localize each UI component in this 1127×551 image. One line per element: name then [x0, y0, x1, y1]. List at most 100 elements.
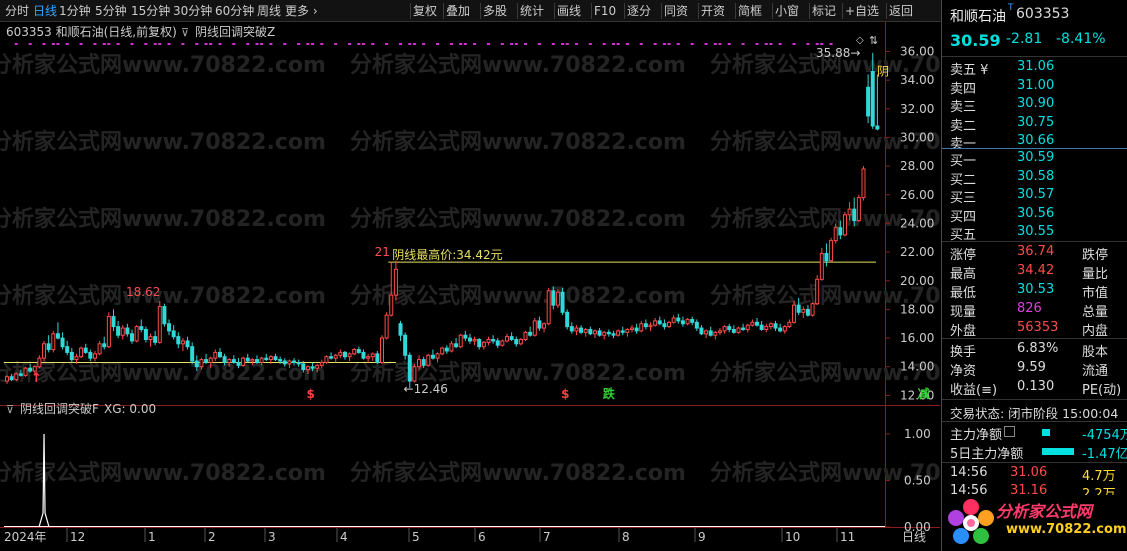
tool-button-6[interactable]: 逐分: [627, 0, 651, 22]
tool-button-8[interactable]: 开资: [701, 0, 725, 22]
signal-dot: [459, 43, 463, 45]
candle-body: [398, 323, 403, 336]
candle-body: [417, 359, 422, 368]
diamond-icon[interactable]: ◇: [856, 35, 864, 46]
stat-label-2: PE(动): [1082, 383, 1122, 398]
bid-label: 买四: [950, 209, 977, 225]
bid-row[interactable]: 买二 30.58: [942, 169, 1127, 188]
candle-body: [458, 334, 463, 348]
candle-body: [259, 357, 264, 363]
stat-row: 外盘 56353 内盘: [942, 320, 1127, 339]
tool-button-13[interactable]: 返回: [889, 0, 913, 22]
tick-volume: 4.7万: [1082, 469, 1116, 484]
bid-row[interactable]: 买一 30.59: [942, 150, 1127, 169]
period-tab-0[interactable]: 分时: [5, 0, 29, 22]
tool-button-3[interactable]: 统计: [520, 0, 544, 22]
period-tab-2[interactable]: 1分钟: [59, 0, 91, 22]
stat-label-2: 市值: [1082, 286, 1109, 301]
period-tab-1[interactable]: 日线: [33, 0, 57, 22]
tool-button-4[interactable]: 画线: [557, 0, 581, 22]
buy-arrow-icon: ↑: [31, 371, 42, 386]
tool-button-0[interactable]: 复权: [413, 0, 437, 22]
candle-body: [648, 324, 653, 328]
candle-body: [18, 373, 23, 376]
ask-row[interactable]: 卖三 30.90: [942, 96, 1127, 115]
tool-button-9[interactable]: 简框: [738, 0, 762, 22]
candle-body: [305, 366, 310, 371]
signal-dot: [14, 43, 18, 45]
tool-button-10[interactable]: 小窗: [775, 0, 799, 22]
signal-dot: [408, 43, 412, 45]
x-tick-label: 1: [148, 530, 156, 544]
candle-body: [509, 336, 514, 341]
flow-info-icon[interactable]: [1004, 426, 1015, 437]
candle-body: [852, 208, 857, 222]
kline-chart[interactable]: 分析家公式网www.70822.com 分析家公式网www.70822.com 分析…: [0, 22, 940, 550]
tool-button-11[interactable]: 标记: [812, 0, 836, 22]
candle-body: [620, 330, 625, 333]
candle-body: [5, 376, 9, 382]
x-tick-label: 2: [208, 530, 216, 544]
candle-body: [245, 357, 250, 362]
period-tab-4[interactable]: 15分钟: [131, 0, 170, 22]
period-tab-5[interactable]: 30分钟: [173, 0, 212, 22]
stat-row: 最低 30.53 市值: [942, 282, 1127, 301]
yin-label: 阴: [877, 65, 889, 79]
tool-button-12[interactable]: +自选: [845, 0, 879, 22]
tool-button-1[interactable]: 叠加: [446, 0, 470, 22]
signal-dot: [102, 43, 106, 45]
candle-body: [268, 356, 273, 361]
indicator-name[interactable]: 阴线回调突破Z: [195, 24, 275, 39]
event-mark[interactable]: $: [307, 387, 315, 401]
stat-row: 换手 6.83% 股本: [942, 341, 1127, 360]
stat-row: 现量 826 总量: [942, 301, 1127, 320]
x-tick-label: 12: [70, 530, 85, 544]
chart-title: 603353 和顺石油(日线,前复权): [6, 24, 177, 39]
stat-value: 56353: [1017, 320, 1059, 335]
event-mark[interactable]: 减: [918, 386, 930, 401]
candle-body: [782, 326, 787, 332]
period-tab-7[interactable]: 周线: [257, 0, 281, 22]
period-tab-3[interactable]: 5分钟: [95, 0, 127, 22]
bid-label: 买三: [950, 191, 977, 206]
main-flow-value: -4754万: [1082, 428, 1127, 443]
tool-button-2[interactable]: 多股: [483, 0, 507, 22]
tool-button-5[interactable]: F10: [594, 0, 616, 22]
candle-body: [315, 364, 320, 369]
ask-row[interactable]: 卖二 30.75: [942, 115, 1127, 134]
candle-body: [486, 339, 491, 343]
sub-indicator-name[interactable]: 阴线回调突破F: [20, 401, 99, 416]
signal-dot: [232, 43, 236, 45]
candle-body: [741, 327, 746, 330]
stat-label: 收益(≡): [950, 383, 998, 398]
signal-dot: [246, 43, 250, 45]
candle-body: [764, 326, 769, 330]
ask-row[interactable]: 卖五 ¥ 31.06: [942, 59, 1127, 78]
event-mark[interactable]: 跌: [603, 386, 616, 401]
signal-dot: [311, 43, 315, 45]
quote-title: 和顺石油 T 603353: [942, 3, 1127, 26]
toolbar-separator: [624, 3, 625, 19]
price-line: 30.59 -2.81 -8.41%: [942, 31, 1127, 53]
arrows-icon[interactable]: ⇅: [869, 34, 878, 47]
toolbar-separator: [661, 3, 662, 19]
candle-body: [801, 308, 806, 313]
tool-button-7[interactable]: 同资: [664, 0, 688, 22]
signal-dot: [486, 43, 490, 45]
bid-row[interactable]: 买四 30.56: [942, 206, 1127, 225]
candle-body: [102, 343, 107, 348]
bid-row[interactable]: 买三 30.57: [942, 187, 1127, 206]
candle-body: [426, 354, 431, 366]
period-tab-8[interactable]: 更多 ›: [285, 0, 318, 22]
event-mark[interactable]: $: [561, 387, 569, 401]
ask-row[interactable]: 卖四 31.00: [942, 78, 1127, 97]
candle-body: [611, 333, 616, 336]
candle-body: [597, 330, 602, 336]
signal-dot: [764, 43, 768, 45]
sub-indicator-menu-icon[interactable]: ⊽: [6, 403, 14, 416]
period-tab-6[interactable]: 60分钟: [215, 0, 254, 22]
signal-dot: [93, 43, 97, 45]
indicator-menu-icon[interactable]: ⊽: [181, 26, 189, 39]
x-tick-label: 2024年: [4, 530, 47, 544]
signal-dot: [667, 43, 671, 45]
